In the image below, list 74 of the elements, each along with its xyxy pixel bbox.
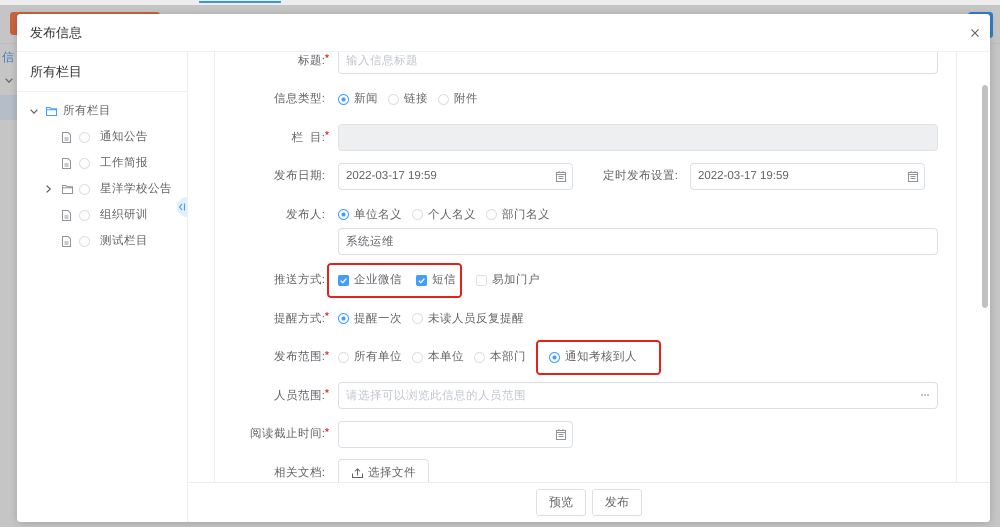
- option-label[interactable]: 企业微信: [354, 272, 402, 288]
- document-icon: [62, 210, 71, 220]
- required-mark: *: [325, 130, 330, 142]
- date-field[interactable]: 2022-03-17 19:59: [690, 162, 925, 190]
- close-icon[interactable]: [971, 28, 979, 36]
- field-label: 发布人:: [286, 208, 325, 222]
- dialog-title: 发布信息: [30, 24, 82, 42]
- tree-item[interactable]: 组织研训: [100, 207, 148, 223]
- tree-item[interactable]: 测试栏目: [100, 233, 148, 249]
- required-mark: *: [325, 426, 330, 438]
- field-label: 人员范围:: [274, 388, 325, 404]
- field-label: 信息类型:: [274, 92, 325, 107]
- choose-file-button[interactable]: 选择文件: [338, 459, 429, 482]
- tree-item[interactable]: 所有栏目: [63, 103, 111, 119]
- checkbox[interactable]: [338, 274, 349, 286]
- option-label[interactable]: 本单位: [428, 349, 464, 365]
- footer-button[interactable]: 发布: [592, 489, 642, 516]
- option-label[interactable]: 个人名义: [428, 206, 476, 222]
- checkbox[interactable]: [416, 274, 427, 286]
- option-label[interactable]: 提醒一次: [354, 310, 402, 326]
- field-label: 定时发布设置:: [602, 168, 678, 184]
- field-label: 提醒方式:: [274, 311, 325, 326]
- collapse-panel-icon[interactable]: [175, 197, 187, 217]
- radio-button[interactable]: [338, 313, 349, 324]
- required-mark: *: [325, 311, 330, 323]
- text-input[interactable]: 输入信息标题: [338, 52, 938, 74]
- field-label: 发布范围:: [274, 350, 325, 365]
- option-label[interactable]: 部门名义: [502, 206, 550, 222]
- date-field[interactable]: [338, 420, 573, 448]
- chevron-right-icon[interactable]: [46, 185, 51, 193]
- panel-heading: 所有栏目: [17, 52, 187, 92]
- field-label: 阅读截止时间:: [250, 426, 325, 442]
- option-label[interactable]: 新闻: [354, 91, 378, 107]
- radio-button[interactable]: [338, 94, 349, 104]
- folder-icon: [46, 106, 57, 116]
- field-label: 标题:: [298, 54, 325, 68]
- option-label[interactable]: 单位名义: [354, 206, 402, 222]
- selector-field[interactable]: 请选择可以浏览此信息的人员范围: [338, 382, 938, 409]
- option-label[interactable]: 通知考核到人: [565, 349, 637, 365]
- calendar-icon[interactable]: [908, 170, 918, 182]
- required-mark: *: [325, 53, 330, 65]
- tree-item[interactable]: 通知公告: [100, 129, 148, 145]
- option-label[interactable]: 易加门户: [492, 272, 540, 288]
- field-label: 发布日期:: [274, 168, 325, 184]
- option-label[interactable]: 附件: [454, 91, 478, 107]
- scrollbar-thumb[interactable]: [982, 85, 988, 308]
- tree-item[interactable]: 星洋学校公告: [100, 181, 172, 197]
- option-label[interactable]: 本部门: [490, 349, 526, 365]
- required-mark: *: [325, 388, 330, 400]
- radio-button[interactable]: [338, 209, 349, 220]
- document-icon: [62, 236, 71, 246]
- document-icon: [62, 158, 71, 168]
- document-icon: [62, 132, 71, 142]
- calendar-icon[interactable]: [556, 428, 566, 440]
- checkbox[interactable]: [476, 274, 487, 286]
- date-field[interactable]: 2022-03-17 19:59: [338, 162, 573, 190]
- field-label: 推送方式:: [274, 272, 325, 288]
- option-label[interactable]: 短信: [432, 272, 456, 288]
- text-input[interactable]: 系统运维: [338, 228, 938, 255]
- field-label: 相关文档:: [274, 466, 325, 480]
- radio-button[interactable]: [549, 352, 560, 362]
- chevron-down-icon[interactable]: [5, 78, 13, 83]
- option-label[interactable]: 所有单位: [354, 349, 402, 365]
- folder-icon: [62, 184, 73, 194]
- upload-icon: [352, 468, 363, 478]
- tree-item[interactable]: 工作简报: [100, 155, 148, 171]
- option-label[interactable]: 未读人员反复提醒: [428, 310, 524, 326]
- calendar-icon[interactable]: [556, 170, 566, 182]
- selected-nav-row[interactable]: [0, 95, 17, 120]
- footer-button[interactable]: 预览: [536, 489, 586, 516]
- required-mark: *: [325, 350, 330, 362]
- chevron-down-icon[interactable]: [30, 108, 38, 114]
- option-label[interactable]: 链接: [404, 91, 428, 107]
- field-label: 栏 目:: [291, 130, 325, 146]
